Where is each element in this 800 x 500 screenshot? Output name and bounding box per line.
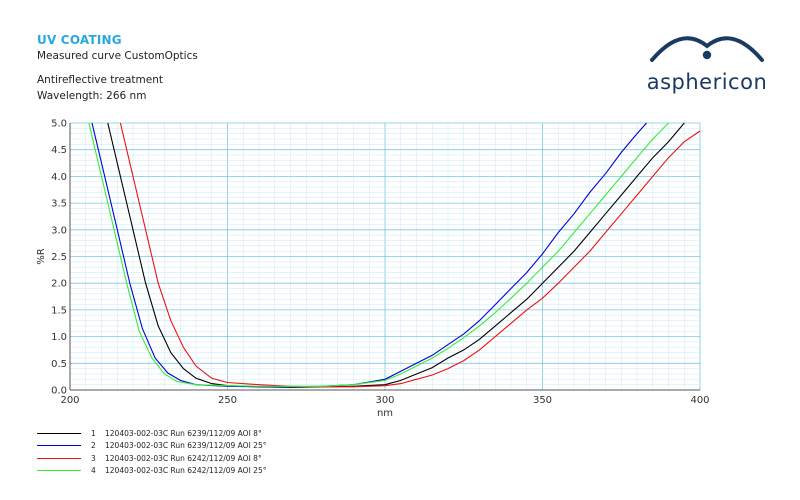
- x-tick-label: 250: [218, 395, 237, 406]
- x-axis-label: nm: [377, 408, 393, 419]
- reflectance-chart: 200 250 300 350 400 0.0 0.5 1.0 1.5 2.0 2.5 3.0 3.5 4…: [36, 119, 710, 420]
- legend-number: 2: [91, 441, 96, 451]
- legend-item: 2 120403-002-03C Run 6239/112/09 AOI 25°: [37, 440, 266, 453]
- y-tick-label: 4.5: [51, 145, 67, 156]
- chart-title: UV COATING: [37, 33, 122, 47]
- header: UV COATING Measured curve CustomOptics A…: [37, 32, 198, 104]
- legend-label: 120403-002-03C Run 6239/112/09 AOI 25°: [105, 441, 267, 451]
- legend-swatch: [37, 470, 81, 472]
- legend-number: 1: [91, 428, 96, 438]
- y-tick-label: 0.0: [51, 386, 67, 397]
- y-tick-label: 1.5: [51, 305, 67, 316]
- x-tick-label: 300: [375, 395, 394, 406]
- legend-item: 1 120403-002-03C Run 6239/112/09 AOI 8°: [37, 427, 266, 440]
- logo-text: asphericon: [646, 70, 768, 94]
- chart-grid: [69, 122, 701, 391]
- legend-number: 4: [91, 466, 96, 476]
- y-tick-label: 4.0: [51, 172, 67, 183]
- y-tick-label: 5.0: [51, 119, 67, 130]
- asphericon-logo: asphericon: [646, 30, 768, 100]
- legend-swatch: [37, 432, 81, 434]
- logo-wave-icon: [650, 36, 764, 62]
- y-tick-label: 3.0: [51, 225, 67, 236]
- legend-item: 3 120403-002-03C Run 6242/112/09 AOI 8°: [37, 452, 266, 465]
- y-tick-label: 2.5: [51, 252, 67, 263]
- y-axis-label: %R: [36, 248, 47, 265]
- legend-label: 120403-002-03C Run 6242/112/09 AOI 25°: [105, 466, 267, 476]
- description-wavelength: Wavelength: 266 nm: [37, 90, 147, 102]
- y-tick-label: 2.0: [51, 279, 67, 290]
- legend-label: 120403-002-03C Run 6242/112/09 AOI 8°: [105, 453, 262, 463]
- y-tick-label: 3.5: [51, 199, 67, 210]
- y-tick-label: 1.0: [51, 332, 67, 343]
- y-tick-label: 0.5: [51, 359, 67, 370]
- description-treatment: Antireflective treatment: [37, 74, 163, 86]
- legend-swatch: [37, 457, 81, 459]
- chart-subtitle: Measured curve CustomOptics: [37, 50, 198, 62]
- x-tick-label: 350: [533, 395, 552, 406]
- x-tick-label: 200: [60, 395, 79, 406]
- x-tick-label: 400: [690, 395, 709, 406]
- legend-swatch: [37, 445, 81, 447]
- legend-label: 120403-002-03C Run 6239/112/09 AOI 8°: [105, 428, 262, 438]
- legend-item: 4 120403-002-03C Run 6242/112/09 AOI 25°: [37, 465, 266, 478]
- legend-number: 3: [91, 453, 96, 463]
- chart-legend: 1 120403-002-03C Run 6239/112/09 AOI 8° 2 1…: [37, 427, 266, 477]
